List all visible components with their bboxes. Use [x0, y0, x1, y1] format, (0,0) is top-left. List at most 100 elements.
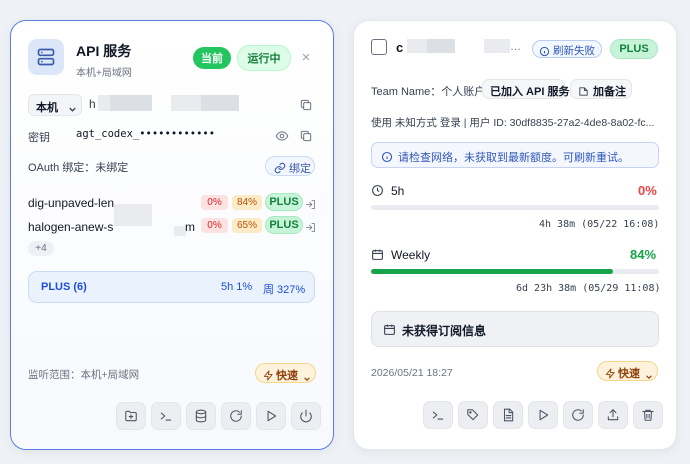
- speed-select[interactable]: 快速: [597, 361, 658, 381]
- info-icon: [539, 44, 550, 62]
- title-ellipsis: …: [510, 41, 521, 53]
- window-weekly-bar: [371, 269, 659, 274]
- database-button[interactable]: [186, 402, 216, 430]
- power-icon: [300, 409, 312, 423]
- add-note-label: 加备注: [593, 86, 626, 98]
- key-value: agt_codex_••••••••••••: [76, 128, 216, 140]
- usage-week-badge: 65%: [232, 218, 262, 233]
- folder-button[interactable]: [116, 402, 146, 430]
- play-icon: [539, 409, 549, 421]
- account-title: c: [396, 40, 404, 55]
- refresh-failed-badge: 刷新失败: [532, 40, 602, 58]
- terminal-button[interactable]: [151, 402, 181, 430]
- joined-api-label: 已加入 API 服务: [490, 86, 570, 98]
- power-button[interactable]: [291, 402, 321, 430]
- document-button[interactable]: [493, 401, 523, 429]
- copy-host-icon[interactable]: [299, 98, 313, 117]
- subscription-text: 未获得订阅信息: [402, 324, 487, 338]
- bind-label: 绑定: [289, 163, 311, 175]
- window-5h-percent: 0%: [638, 183, 657, 198]
- login-arrow-icon[interactable]: [305, 220, 316, 238]
- refresh-button[interactable]: [563, 401, 593, 429]
- play-button[interactable]: [528, 401, 558, 429]
- speed-label: 快速: [618, 368, 640, 380]
- scope-select-value: 本机: [36, 102, 58, 114]
- summary-week: 周 327%: [263, 284, 306, 296]
- window-5h-bar: [371, 205, 659, 210]
- account-name: halogen-anew-s: [28, 220, 114, 234]
- chevron-down-icon: [645, 368, 653, 386]
- copy-key-icon[interactable]: [299, 129, 313, 148]
- info-icon: [381, 150, 393, 168]
- server-icon: [28, 39, 64, 75]
- play-icon: [267, 410, 277, 422]
- document-icon: [503, 408, 514, 422]
- scope-select[interactable]: 本机: [28, 94, 82, 116]
- lightning-icon: [605, 366, 616, 384]
- window-weekly-label: Weekly: [391, 248, 431, 262]
- export-button[interactable]: [598, 401, 628, 429]
- chevron-down-icon: [303, 370, 311, 388]
- usage-5h-badge: 0%: [201, 218, 228, 233]
- current-badge: 当前: [193, 47, 231, 69]
- subscription-box: 未获得订阅信息: [371, 311, 659, 347]
- account-card[interactable]: c … 刷新失败 PLUS Team Name：个人账户 已加入 API 服务 …: [353, 20, 677, 450]
- oauth-status: OAuth 绑定：未绑定: [28, 162, 129, 174]
- window-5h-label: 5h: [391, 184, 405, 198]
- tag-icon: [467, 409, 479, 421]
- chevron-down-icon: [68, 101, 77, 119]
- card-subtitle: 本机+局域网: [76, 68, 132, 79]
- speed-label: 快速: [276, 370, 298, 382]
- note-icon: [578, 84, 589, 102]
- database-icon: [195, 409, 207, 423]
- account-name-suffix: m: [185, 220, 195, 234]
- speed-select[interactable]: 快速: [255, 363, 316, 383]
- summary-plan: PLUS (6): [41, 281, 87, 293]
- card-title: API 服务: [76, 43, 132, 59]
- plan-summary: PLUS (6) 5h 1% 周 327%: [28, 271, 315, 303]
- user-info: 使用 未知方式 登录 | 用户 ID: 30df8835-27a2-4de8-8…: [371, 117, 655, 129]
- usage-5h-badge: 0%: [201, 195, 228, 210]
- timestamp: 2026/05/21 18:27: [371, 367, 453, 379]
- delete-button[interactable]: [633, 401, 663, 429]
- select-checkbox[interactable]: [371, 39, 387, 55]
- window-5h-reset: 4h 38m (05/22 16:08): [539, 219, 660, 230]
- login-arrow-icon[interactable]: [305, 197, 316, 215]
- window-weekly-reset: 6d 23h 38m (05/29 11:08): [516, 283, 661, 294]
- calendar-icon: [383, 323, 396, 341]
- play-button[interactable]: [256, 402, 286, 430]
- plan-badge: PLUS: [265, 216, 303, 234]
- host-address: h: [89, 97, 96, 111]
- window-weekly-percent: 84%: [630, 247, 657, 262]
- api-service-card[interactable]: API 服务 本机+局域网 当前 运行中 × 本机 h 密钥 agt_codex…: [10, 20, 334, 450]
- link-icon: [274, 161, 286, 179]
- folder-plus-icon: [125, 410, 137, 422]
- joined-api-chip: 已加入 API 服务: [482, 79, 569, 99]
- refresh-button[interactable]: [221, 402, 251, 430]
- calendar-icon: [371, 248, 384, 266]
- close-icon[interactable]: ×: [299, 50, 313, 65]
- more-accounts-chip[interactable]: +4: [28, 241, 54, 256]
- upload-icon: [607, 409, 619, 421]
- lightning-icon: [263, 368, 274, 386]
- bind-button[interactable]: 绑定: [265, 156, 315, 176]
- listen-scope: 监听范围：本机+局域网: [28, 369, 140, 381]
- network-notice: 请检查网络，未获取到最新额度。可刷新重试。: [371, 142, 659, 168]
- network-notice-text: 请检查网络，未获取到最新额度。可刷新重试。: [398, 152, 629, 164]
- eye-icon[interactable]: [275, 129, 289, 148]
- terminal-button[interactable]: [423, 401, 453, 429]
- key-label: 密钥: [28, 132, 50, 144]
- tag-button[interactable]: [458, 401, 488, 429]
- add-note-button[interactable]: 加备注: [570, 79, 632, 99]
- running-badge: 运行中: [237, 45, 291, 71]
- team-name: Team Name：个人账户: [371, 86, 486, 98]
- terminal-icon: [160, 412, 172, 421]
- terminal-icon: [432, 411, 444, 420]
- clock-icon: [371, 184, 384, 202]
- refresh-icon: [230, 410, 242, 422]
- trash-icon: [642, 409, 654, 421]
- plan-badge: PLUS: [265, 193, 303, 211]
- summary-5h: 5h 1%: [221, 281, 253, 293]
- window-weekly-bar-fill: [371, 269, 613, 274]
- account-name: dig-unpaved-len: [28, 196, 115, 210]
